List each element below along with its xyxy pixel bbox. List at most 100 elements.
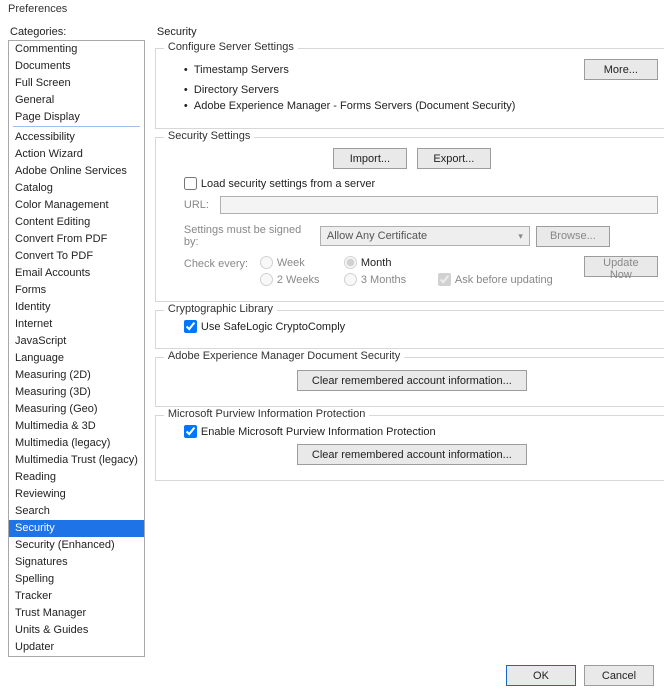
sidebar-item-general[interactable]: General: [9, 92, 144, 109]
sidebar-item-measuring-geo-[interactable]: Measuring (Geo): [9, 401, 144, 418]
sidebar-item-identity[interactable]: Identity: [9, 299, 144, 316]
server-item-label: Directory Servers: [194, 84, 279, 96]
group-crypto: Cryptographic Library Use SafeLogic Cryp…: [155, 310, 664, 349]
group-legend: Cryptographic Library: [164, 303, 277, 315]
sidebar: Categories: CommentingDocumentsFull Scre…: [8, 22, 145, 657]
sidebar-item-internet[interactable]: Internet: [9, 316, 144, 333]
enable-purview-checkbox[interactable]: Enable Microsoft Purview Information Pro…: [184, 425, 658, 438]
checkbox-input[interactable]: [184, 320, 197, 333]
sidebar-item-commenting[interactable]: Commenting: [9, 41, 144, 58]
radio-label: Week: [277, 257, 305, 269]
checkbox-label: Enable Microsoft Purview Information Pro…: [201, 426, 436, 438]
bullet-icon: •: [184, 84, 194, 96]
checkbox-label: Load security settings from a server: [201, 178, 375, 190]
dialog-footer: OK Cancel: [0, 657, 664, 696]
sidebar-item-search[interactable]: Search: [9, 503, 144, 520]
sidebar-item-accessibility[interactable]: Accessibility: [9, 129, 144, 146]
sidebar-item-javascript[interactable]: JavaScript: [9, 333, 144, 350]
radio-input[interactable]: [260, 256, 273, 269]
group-legend: Microsoft Purview Information Protection: [164, 408, 369, 420]
ok-button[interactable]: OK: [506, 665, 576, 686]
sidebar-item-multimedia-3d[interactable]: Multimedia & 3D: [9, 418, 144, 435]
sidebar-item-units-guides[interactable]: Units & Guides: [9, 622, 144, 639]
checkbox-input[interactable]: [184, 425, 197, 438]
main-panel: Security Configure Server Settings • Tim…: [153, 22, 664, 657]
window-title: Preferences: [0, 0, 664, 18]
export-button[interactable]: Export...: [417, 148, 491, 169]
sidebar-item-full-screen[interactable]: Full Screen: [9, 75, 144, 92]
radio-month[interactable]: Month: [344, 256, 434, 269]
browse-button[interactable]: Browse...: [536, 226, 610, 247]
sidebar-item-action-wizard[interactable]: Action Wizard: [9, 146, 144, 163]
sidebar-item-spelling[interactable]: Spelling: [9, 571, 144, 588]
load-from-server-checkbox[interactable]: Load security settings from a server: [184, 177, 658, 190]
radio-label: Month: [361, 257, 392, 269]
sidebar-item-multimedia-trust-legacy-[interactable]: Multimedia Trust (legacy): [9, 452, 144, 469]
url-input[interactable]: [220, 196, 658, 214]
panel-title: Security: [157, 26, 664, 38]
check-every-label: Check every:: [184, 256, 254, 270]
sidebar-item-forms[interactable]: Forms: [9, 282, 144, 299]
group-legend: Security Settings: [164, 130, 255, 142]
checkbox-input[interactable]: [438, 273, 451, 286]
sidebar-item-trust-manager[interactable]: Trust Manager: [9, 605, 144, 622]
sidebar-item-measuring-3d-[interactable]: Measuring (3D): [9, 384, 144, 401]
check-every-options: Week Month 2 Weeks 3 Months Ask before u…: [260, 256, 578, 286]
sidebar-item-signatures[interactable]: Signatures: [9, 554, 144, 571]
sidebar-item-language[interactable]: Language: [9, 350, 144, 367]
content: Categories: CommentingDocumentsFull Scre…: [0, 18, 664, 657]
radio-two-weeks[interactable]: 2 Weeks: [260, 273, 340, 286]
checkbox-input[interactable]: [184, 177, 197, 190]
sidebar-item-email-accounts[interactable]: Email Accounts: [9, 265, 144, 282]
categories-label: Categories:: [10, 26, 145, 38]
import-button[interactable]: Import...: [333, 148, 407, 169]
server-item: • Directory Servers: [184, 84, 658, 96]
sidebar-item-color-management[interactable]: Color Management: [9, 197, 144, 214]
sidebar-item-catalog[interactable]: Catalog: [9, 180, 144, 197]
radio-label: 3 Months: [361, 274, 406, 286]
sidebar-item-tracker[interactable]: Tracker: [9, 588, 144, 605]
radio-input[interactable]: [344, 273, 357, 286]
clear-account-button[interactable]: Clear remembered account information...: [297, 370, 527, 391]
group-server-settings: Configure Server Settings • Timestamp Se…: [155, 48, 664, 129]
preferences-window: Preferences Categories: CommentingDocume…: [0, 0, 664, 691]
bullet-icon: •: [184, 100, 194, 112]
clear-account-button[interactable]: Clear remembered account information...: [297, 444, 527, 465]
checkbox-label: Use SafeLogic CryptoComply: [201, 321, 345, 333]
sidebar-item-security-enhanced-[interactable]: Security (Enhanced): [9, 537, 144, 554]
cancel-button[interactable]: Cancel: [584, 665, 654, 686]
radio-input[interactable]: [344, 256, 357, 269]
select-value: Allow Any Certificate: [327, 230, 427, 242]
radio-input[interactable]: [260, 273, 273, 286]
radio-three-months[interactable]: 3 Months: [344, 273, 434, 286]
ask-before-updating-checkbox[interactable]: Ask before updating: [438, 273, 578, 286]
sidebar-separator: [13, 126, 140, 127]
update-now-button[interactable]: Update Now: [584, 256, 658, 277]
sidebar-item-page-display[interactable]: Page Display: [9, 109, 144, 126]
checkbox-label: Ask before updating: [455, 274, 553, 286]
sidebar-item-adobe-online-services[interactable]: Adobe Online Services: [9, 163, 144, 180]
sidebar-item-content-editing[interactable]: Content Editing: [9, 214, 144, 231]
signed-by-select[interactable]: Allow Any Certificate ▾: [320, 226, 530, 246]
server-item-label: Timestamp Servers: [194, 64, 289, 76]
server-item: • Adobe Experience Manager - Forms Serve…: [184, 100, 658, 112]
sidebar-item-reviewing[interactable]: Reviewing: [9, 486, 144, 503]
sidebar-item-measuring-2d-[interactable]: Measuring (2D): [9, 367, 144, 384]
sidebar-item-convert-to-pdf[interactable]: Convert To PDF: [9, 248, 144, 265]
sidebar-item-documents[interactable]: Documents: [9, 58, 144, 75]
group-security-settings: Security Settings Import... Export... Lo…: [155, 137, 664, 302]
sidebar-item-security[interactable]: Security: [9, 520, 144, 537]
sidebar-item-convert-from-pdf[interactable]: Convert From PDF: [9, 231, 144, 248]
radio-week[interactable]: Week: [260, 256, 340, 269]
more-button[interactable]: More...: [584, 59, 658, 80]
server-item: • Timestamp Servers More...: [184, 59, 658, 80]
group-purview: Microsoft Purview Information Protection…: [155, 415, 664, 481]
categories-list[interactable]: CommentingDocumentsFull ScreenGeneralPag…: [8, 40, 145, 657]
sidebar-item-reading[interactable]: Reading: [9, 469, 144, 486]
url-label: URL:: [184, 199, 214, 211]
use-safelogic-checkbox[interactable]: Use SafeLogic CryptoComply: [184, 320, 658, 333]
sidebar-item-multimedia-legacy-[interactable]: Multimedia (legacy): [9, 435, 144, 452]
radio-label: 2 Weeks: [277, 274, 320, 286]
sidebar-item-updater[interactable]: Updater: [9, 639, 144, 656]
signed-by-label: Settings must be signed by:: [184, 224, 314, 248]
